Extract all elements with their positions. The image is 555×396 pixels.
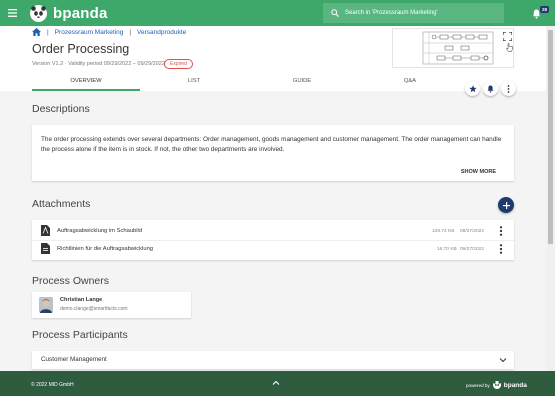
notifications-button[interactable]: 28 <box>532 6 554 22</box>
menu-button[interactable] <box>0 0 24 26</box>
scrollbar-thumb[interactable] <box>548 30 553 244</box>
chevron-down-icon[interactable] <box>499 356 507 364</box>
attachment-size: 128.74 KB <box>432 228 455 234</box>
person-photo-icon <box>39 297 53 313</box>
mouse-cursor-icon <box>506 43 513 52</box>
search-icon <box>331 9 339 17</box>
description-text: The order processing extends over severa… <box>41 136 502 153</box>
chevron-up-icon[interactable] <box>272 379 280 387</box>
document-file-icon <box>41 243 50 254</box>
participant-label: Customer Management <box>41 356 107 363</box>
search-input[interactable]: Search in 'Prozessraum Marketing' <box>323 3 504 23</box>
attachments-heading: Attachments <box>32 198 91 210</box>
attachments-card: Auftragsabwicklung im Schaubild 128.74 K… <box>32 220 514 260</box>
notification-count-badge: 28 <box>540 6 550 13</box>
panda-logo-icon <box>30 4 47 22</box>
process-diagram-preview[interactable] <box>392 28 514 68</box>
brand-logo[interactable]: bpanda <box>30 4 108 22</box>
show-more-button[interactable]: SHOW MORE <box>461 169 496 175</box>
process-owners-heading: Process Owners <box>32 275 110 287</box>
top-app-bar: bpanda Search in 'Prozessraum Marketing'… <box>0 0 555 26</box>
add-attachment-button[interactable] <box>498 197 514 213</box>
owner-card[interactable]: Christian Lange demo.clange@smartfacts.c… <box>32 292 191 318</box>
powered-by[interactable]: powered by bpanda <box>466 381 527 389</box>
fullscreen-icon[interactable] <box>503 32 512 41</box>
vertical-scrollbar[interactable] <box>546 26 555 371</box>
breadcrumb-item-prozessraum[interactable]: Prozessraum Marketing <box>55 29 124 36</box>
pdf-file-icon <box>41 225 50 236</box>
powered-by-label: powered by <box>466 382 490 388</box>
breadcrumb-separator: | <box>47 28 49 36</box>
breadcrumb-item-versandprodukte[interactable]: Versandprodukte <box>137 29 186 36</box>
description-card: The order processing extends over severa… <box>32 125 514 181</box>
brand-name: bpanda <box>53 4 108 22</box>
hamburger-icon <box>7 9 17 17</box>
search-placeholder: Search in 'Prozessraum Marketing' <box>345 10 438 16</box>
more-vertical-icon[interactable] <box>499 244 503 254</box>
attachment-name: Auftragsabwicklung im Schaubild <box>57 228 143 234</box>
tab-bar: OVERVIEW LIST GUIDE Q&A <box>32 76 514 91</box>
plus-icon <box>502 201 510 209</box>
attachment-date: 09/27/2022 <box>460 246 485 252</box>
more-vertical-icon[interactable] <box>499 226 503 236</box>
attachment-name: Richtlinien für die Auftragsabwicklung <box>57 246 154 252</box>
tab-list[interactable]: LIST <box>140 76 248 91</box>
diagram-thumbnail <box>422 31 494 65</box>
owner-name: Christian Lange <box>60 297 103 303</box>
panda-logo-icon <box>492 381 501 389</box>
tab-overview[interactable]: OVERVIEW <box>32 76 140 91</box>
attachment-row[interactable]: Auftragsabwicklung im Schaubild 128.74 K… <box>32 222 514 240</box>
version-info: Version V1.2 · Validity period 09/29/202… <box>32 61 165 67</box>
attachment-size: 16.70 KB <box>437 246 457 252</box>
copyright-text: © 2022 MID GmbH <box>31 382 74 388</box>
status-badge: Expired <box>164 59 193 69</box>
attachment-date: 09/27/2022 <box>460 228 485 234</box>
process-header: | Prozessraum Marketing | Versandprodukt… <box>0 26 546 96</box>
home-icon[interactable] <box>32 28 41 36</box>
attachment-row[interactable]: Richtlinien für die Auftragsabwicklung 1… <box>32 240 514 258</box>
participant-row[interactable]: Customer Management <box>32 351 514 369</box>
main-content: Descriptions The order processing extend… <box>0 91 546 371</box>
page-title: Order Processing <box>32 42 130 56</box>
tab-qa[interactable]: Q&A <box>356 76 464 91</box>
breadcrumb-separator: | <box>129 28 132 36</box>
process-participants-heading: Process Participants <box>32 329 128 341</box>
avatar <box>39 297 53 313</box>
descriptions-heading: Descriptions <box>32 103 90 115</box>
tab-guide[interactable]: GUIDE <box>248 76 356 91</box>
breadcrumb: | Prozessraum Marketing | Versandprodukt… <box>32 28 186 36</box>
owner-email: demo.clange@smartfacts.com <box>60 306 128 312</box>
footer-brand: bpanda <box>503 381 527 389</box>
footer: © 2022 MID GmbH powered by bpanda <box>0 371 555 396</box>
